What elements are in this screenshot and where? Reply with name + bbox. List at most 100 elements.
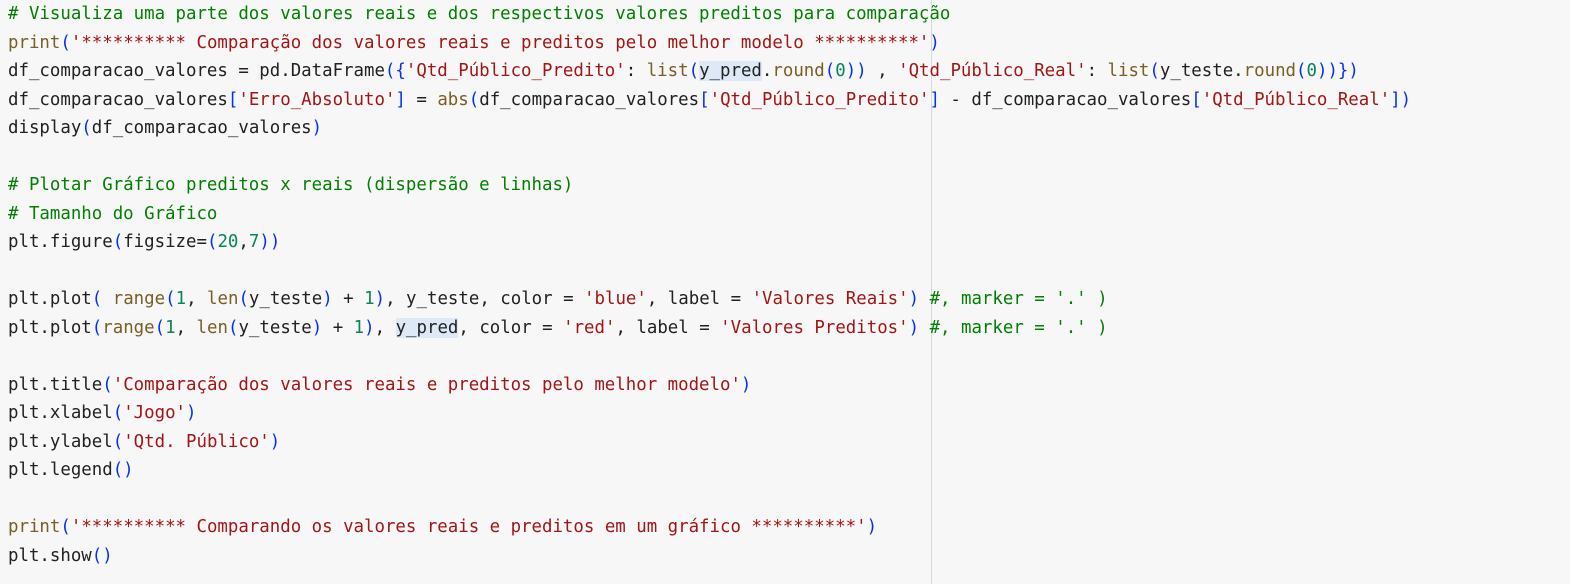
code-token: df_comparacao_valores (8, 89, 228, 110)
code-line[interactable]: # Visualiza uma parte dos valores reais … (8, 0, 1411, 29)
code-token: ] (395, 89, 406, 110)
code-token: , (866, 61, 899, 81)
code-token: 'red' (563, 317, 616, 338)
code-line[interactable]: plt.plot(range(1, len(y_teste) + 1), y_p… (8, 314, 1411, 343)
code-token: df_comparacao_valores = pd.DataFrame (8, 61, 385, 81)
code-token: , label = (646, 289, 752, 309)
code-token: len (196, 317, 228, 338)
code-line[interactable]: plt.xlabel('Jogo') (8, 399, 1411, 428)
code-block[interactable]: # Visualiza uma parte dos valores reais … (8, 0, 1411, 570)
code-token: ( (206, 232, 218, 252)
code-token: len (207, 289, 239, 309)
code-line[interactable]: plt.plot( range(1, len(y_teste) + 1), y_… (8, 285, 1411, 314)
code-token: , color = (458, 317, 564, 338)
code-line[interactable]: plt.legend() (8, 456, 1411, 485)
code-line[interactable]: ​ (8, 342, 1411, 371)
code-token: [ (1191, 89, 1202, 110)
code-token: ) (311, 317, 323, 338)
code-token: ( (1149, 61, 1160, 81)
code-token: plt.plot (8, 317, 92, 338)
code-token: plt.show (8, 545, 92, 566)
code-line[interactable]: plt.title('Comparação dos valores reais … (8, 371, 1411, 400)
code-token: ( (1296, 61, 1307, 81)
code-token: , label = (615, 317, 721, 338)
code-token: ( (154, 317, 166, 338)
code-token: range (112, 289, 166, 309)
code-line[interactable]: ​ (8, 257, 1411, 286)
code-token: ( (102, 374, 113, 395)
code-token: . (761, 61, 773, 81)
code-token: abs (437, 89, 469, 110)
code-token: ( (81, 118, 92, 138)
code-token: 0 (835, 61, 846, 81)
code-token: y_teste. (1159, 61, 1244, 81)
code-editor[interactable]: # Visualiza uma parte dos valores reais … (0, 0, 1570, 584)
code-token: '********** Comparando os valores reais … (70, 517, 867, 537)
highlighted-token: y_pred (395, 317, 459, 338)
code-token: ) (322, 289, 333, 309)
code-line[interactable]: plt.figure(figsize=(20,7)) (8, 228, 1411, 257)
code-token: 'Jogo' (123, 403, 187, 423)
code-token: = (405, 89, 438, 110)
code-token: 1 (165, 317, 176, 338)
code-token: ) (929, 32, 940, 53)
code-token: list (1107, 61, 1150, 81)
code-token: 'Qtd_Público_Predito' (709, 89, 930, 110)
code-token: )) (845, 61, 867, 81)
code-token: 'Erro_Absoluto' (238, 89, 396, 110)
code-token: plt.ylabel (8, 431, 113, 452)
code-token: 'Comparação dos valores reais e preditos… (112, 374, 741, 395)
code-token: ) (866, 517, 878, 537)
code-token: # Tamanho do Gráfico (8, 203, 218, 224)
code-token: 0 (1306, 61, 1317, 81)
code-line[interactable]: df_comparacao_valores = pd.DataFrame({'Q… (8, 57, 1411, 86)
code-line[interactable]: print('********** Comparando os valores … (8, 513, 1411, 542)
code-token: - df_comparacao_valores (939, 89, 1192, 110)
code-token: ) (269, 431, 281, 452)
code-token: print (8, 32, 61, 53)
code-line[interactable]: plt.ylabel('Qtd. Público') (8, 428, 1411, 457)
code-token: , (374, 317, 396, 338)
code-line[interactable]: # Plotar Gráfico preditos x reais (dispe… (8, 171, 1411, 200)
code-token: ( (112, 232, 124, 252)
code-token: ) (374, 289, 386, 309)
code-token: y_teste (248, 289, 323, 309)
code-token: plt.legend (8, 460, 113, 480)
code-token: ( (468, 89, 480, 110)
code-token: ( (112, 403, 124, 423)
highlighted-token: y_pred (699, 61, 762, 81)
code-token: ( (60, 32, 71, 53)
code-token: : (1086, 61, 1108, 81)
code-token: # Plotar Gráfico preditos x reais (dispe… (8, 175, 574, 195)
code-token: round (1243, 61, 1297, 81)
code-token: ( (824, 61, 836, 81)
code-token: plt.xlabel (8, 403, 113, 423)
code-token: )) (259, 232, 281, 252)
code-line[interactable]: plt.show() (8, 542, 1411, 571)
code-line[interactable]: ​ (8, 485, 1411, 514)
code-line[interactable]: print('********** Comparação dos valores… (8, 29, 1411, 58)
code-token: , (186, 289, 208, 309)
code-token: ] (929, 89, 940, 110)
code-token: 'Valores Preditos' (720, 317, 909, 338)
code-line[interactable]: display(df_comparacao_valores) (8, 114, 1411, 143)
code-token: plt.plot (8, 289, 92, 309)
code-token: ( (60, 517, 71, 537)
code-token: # Visualiza uma parte dos valores reais … (8, 4, 951, 24)
code-token: 1 (175, 289, 187, 309)
code-line[interactable]: df_comparacao_valores [ 'Erro_Absoluto'] =… (8, 86, 1411, 115)
code-token: ( (227, 317, 239, 338)
code-token: ))}) (1316, 61, 1359, 81)
code-token: ( (165, 289, 176, 309)
code-token: ( (688, 61, 700, 81)
code-token: ]) (1390, 89, 1412, 110)
code-line[interactable]: # Tamanho do Gráfico (8, 200, 1411, 229)
code-token: 'Valores Reais' (751, 289, 909, 309)
code-line[interactable]: ​ (8, 143, 1411, 172)
code-token: () (112, 460, 134, 480)
code-token: , y_teste, color = (385, 289, 585, 309)
code-token: ) (186, 403, 197, 423)
code-token: ( (112, 431, 124, 452)
code-token: , (175, 317, 197, 338)
